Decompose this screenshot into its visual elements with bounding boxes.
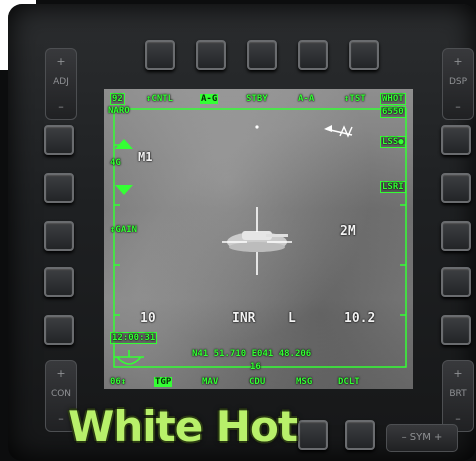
osb-label-tst-text: TST xyxy=(349,94,366,104)
lss-label-text: LSS xyxy=(382,137,399,147)
sym-rocker[interactable]: – SYM + xyxy=(386,424,458,452)
osb-left-5[interactable] xyxy=(44,315,74,345)
osb-label-tgp[interactable]: TGP xyxy=(154,377,173,387)
osb-bottom-5[interactable] xyxy=(345,420,375,450)
osb-top-1[interactable] xyxy=(145,40,175,70)
sym-label: SYM xyxy=(409,432,431,443)
osb-right-1[interactable] xyxy=(441,125,471,155)
brt-label: BRT xyxy=(449,389,467,399)
osb-label-tst[interactable]: ↕TST xyxy=(344,94,366,104)
gain-label[interactable]: ↕GAIN xyxy=(110,225,137,235)
osb-right-5[interactable] xyxy=(441,315,471,345)
elevation-readout: 16 xyxy=(250,362,261,372)
top-right-value: 6550 xyxy=(380,106,406,118)
sym-plus: + xyxy=(434,432,443,443)
range-value: 10.2 xyxy=(344,311,376,326)
osb-right-4[interactable] xyxy=(441,267,471,297)
osb-left-1[interactable] xyxy=(44,125,74,155)
top-left-sub: NARO xyxy=(108,106,130,116)
gain-label-text: GAIN xyxy=(115,225,138,235)
dsp-plus: + xyxy=(453,55,463,68)
l-label: L xyxy=(288,311,296,326)
dsp-rocker[interactable]: + DSP – xyxy=(442,48,474,120)
dsp-minus: – xyxy=(455,100,461,113)
osb-label-msg[interactable]: MSG xyxy=(296,377,312,387)
m1-label: M1 xyxy=(138,150,153,164)
osb-label-cdu[interactable]: CDU xyxy=(249,377,265,387)
zoom-down-arrow-icon xyxy=(115,185,133,195)
osb-top-2[interactable] xyxy=(196,40,226,70)
con-plus: + xyxy=(56,367,66,380)
adj-minus: – xyxy=(58,100,64,113)
inr-label: INR xyxy=(232,311,256,326)
time-readout: 12:00:31 xyxy=(110,332,158,344)
osb-label-a-g[interactable]: A-G xyxy=(200,94,219,104)
brt-rocker[interactable]: + BRT – xyxy=(442,360,474,432)
horizon-symbol-icon xyxy=(114,350,144,365)
osb-top-5[interactable] xyxy=(349,40,379,70)
osb-label-cntl[interactable]: ↕CNTL xyxy=(146,94,173,104)
bottom-left-label: 06↕ xyxy=(110,377,127,387)
caption-white-hot: White Hot xyxy=(68,402,298,451)
adj-label: ADJ xyxy=(53,77,69,87)
lss-label[interactable]: LSS● xyxy=(380,136,406,148)
osb-right-2[interactable] xyxy=(441,173,471,203)
sym-minus: – xyxy=(401,432,407,443)
osb-top-3[interactable] xyxy=(247,40,277,70)
osb-left-2[interactable] xyxy=(44,173,74,203)
osb-label-cntl-text: CNTL xyxy=(151,94,174,104)
osb-label-mav[interactable]: MAV xyxy=(202,377,218,387)
osb-left-4[interactable] xyxy=(44,267,74,297)
osb-label-stby[interactable]: STBY xyxy=(246,94,268,104)
con-label: CON xyxy=(50,389,72,399)
brt-plus: + xyxy=(453,367,463,380)
top-left-value: 92 xyxy=(110,93,125,105)
bottom-left-number: 10 xyxy=(140,311,156,326)
osb-left-3[interactable] xyxy=(44,221,74,251)
tgp-display: 92 NARO ↕CNTL A-G STBY A-A ↕TST WHOT 655… xyxy=(104,89,413,389)
dsp-label: DSP xyxy=(448,77,468,87)
osb-label-a-a[interactable]: A-A xyxy=(298,94,314,104)
zoom-up-arrow-icon xyxy=(115,139,133,149)
north-arrow-icon xyxy=(324,125,353,138)
adj-rocker[interactable]: + ADJ – xyxy=(45,48,77,120)
osb-label-dclt[interactable]: DCLT xyxy=(338,377,360,387)
display-graphics xyxy=(113,108,407,368)
osb-bottom-4[interactable] xyxy=(298,420,328,450)
zoom-value: 4G xyxy=(110,158,121,168)
adj-plus: + xyxy=(56,55,66,68)
bottom-left-label-text: 06 xyxy=(110,377,121,387)
field-of-view: 2M xyxy=(340,224,356,239)
coordinates-readout: N41 51.710 E041 48.206 xyxy=(192,349,312,359)
thermal-mode: WHOT xyxy=(380,93,406,105)
osb-top-4[interactable] xyxy=(298,40,328,70)
osb-right-3[interactable] xyxy=(441,221,471,251)
lsri-label[interactable]: LSRI xyxy=(380,181,406,193)
target-dot xyxy=(255,125,259,129)
